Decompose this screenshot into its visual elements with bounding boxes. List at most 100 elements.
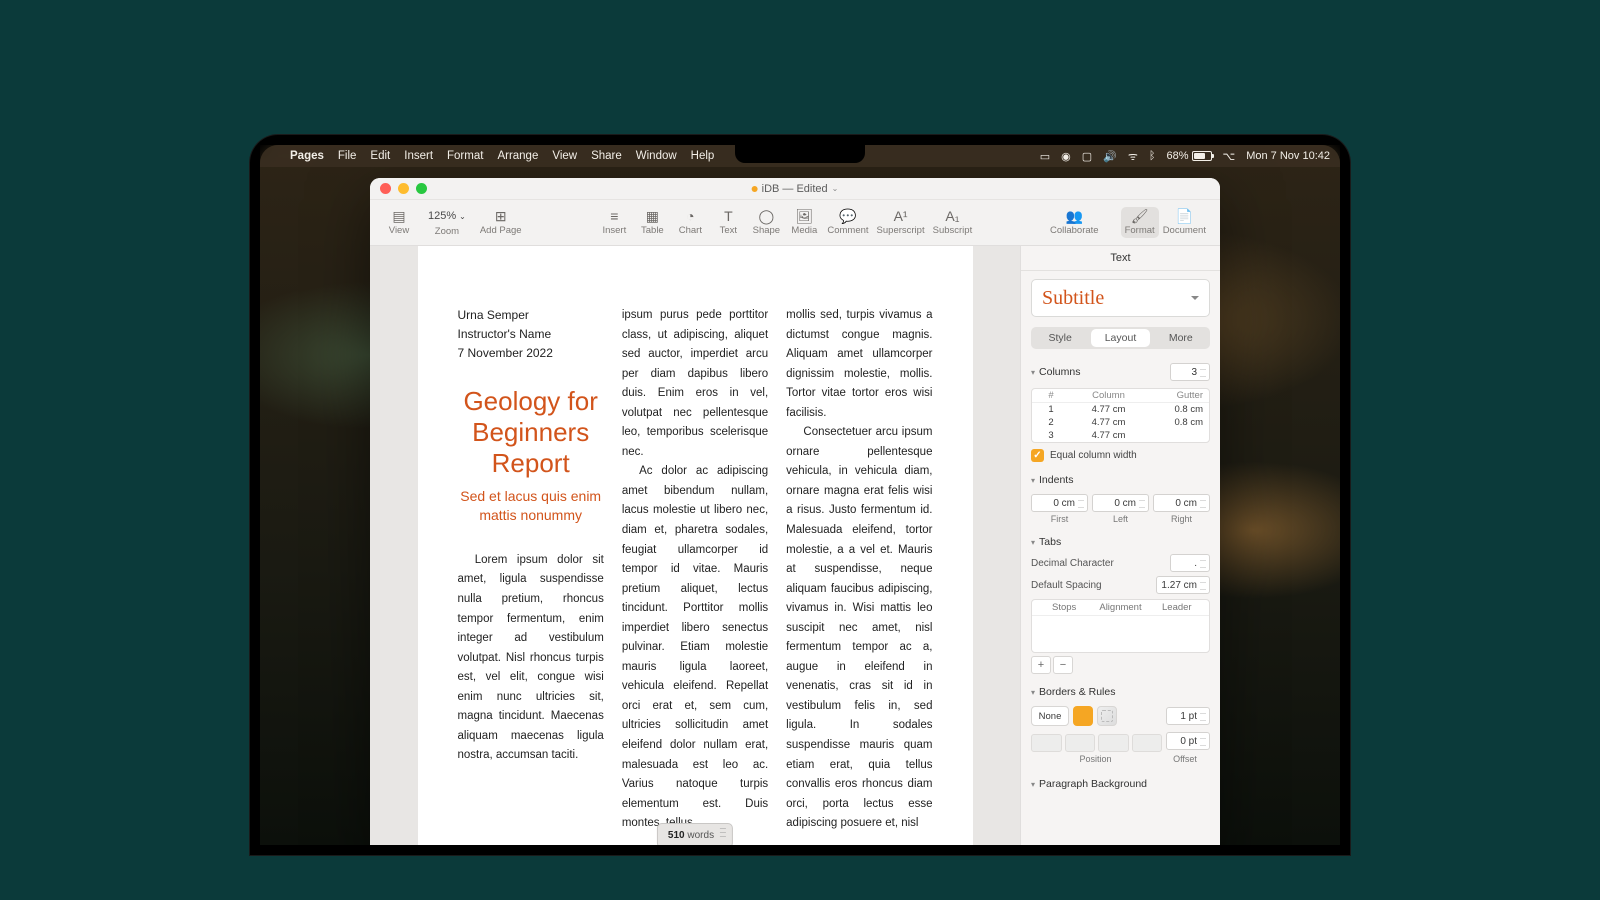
- border-position-outside[interactable]: [1132, 734, 1163, 752]
- document-subtitle: Sed et lacus quis enim mattis nonummy: [458, 487, 604, 525]
- equal-column-width-checkbox[interactable]: ✓ Equal column width: [1031, 449, 1210, 462]
- media-icon: 🖼: [795, 209, 813, 223]
- remove-tab-button[interactable]: −: [1053, 656, 1073, 674]
- minimize-button[interactable]: [398, 183, 409, 194]
- border-offset-stepper[interactable]: 0 pt: [1166, 732, 1210, 750]
- insert-icon: ≡: [610, 209, 618, 223]
- menu-file[interactable]: File: [338, 150, 357, 162]
- indent-left-stepper[interactable]: 0 cm: [1092, 494, 1149, 512]
- view-icon: ▤: [392, 209, 405, 223]
- view-label: View: [389, 225, 409, 236]
- indent-first-stepper[interactable]: 0 cm: [1031, 494, 1088, 512]
- control-center-icon[interactable]: ⌥: [1223, 150, 1236, 163]
- window-title[interactable]: iDB — Edited ⌄: [752, 183, 839, 195]
- page[interactable]: Urna Semper Instructor's Name 7 November…: [418, 246, 973, 845]
- table-row: 34.77 cm: [1032, 429, 1209, 442]
- menu-help[interactable]: Help: [691, 150, 715, 162]
- fullscreen-button[interactable]: [416, 183, 427, 194]
- border-position-bottom[interactable]: [1098, 734, 1129, 752]
- close-button[interactable]: [380, 183, 391, 194]
- battery-percent: 68%: [1167, 150, 1189, 162]
- borders-section: Borders & Rules None 1 pt: [1031, 682, 1210, 764]
- toolbar: ▤ View 125%⌄ Zoom ⊞ Add Page ≡Insert ▦Ta…: [370, 200, 1220, 246]
- tabs-table: StopsAlignmentLeader: [1031, 599, 1210, 653]
- chevron-down-icon: ⌄: [459, 212, 466, 221]
- superscript-button[interactable]: A¹Superscript: [873, 207, 929, 238]
- border-width-stepper[interactable]: 1 pt: [1166, 707, 1210, 725]
- menu-share[interactable]: Share: [591, 150, 622, 162]
- menu-format[interactable]: Format: [447, 150, 483, 162]
- format-icon: 🖌: [1131, 209, 1149, 223]
- columns-label: Columns: [1039, 366, 1080, 378]
- clock[interactable]: Mon 7 Nov 10:42: [1246, 150, 1330, 162]
- seg-more[interactable]: More: [1152, 327, 1210, 349]
- paragraph-background-section[interactable]: Paragraph Background: [1031, 774, 1210, 794]
- border-position-middle[interactable]: [1065, 734, 1096, 752]
- chart-button[interactable]: ◔Chart: [671, 207, 709, 238]
- document-title: Geology for Beginners Report: [458, 386, 604, 480]
- table-button[interactable]: ▦Table: [633, 207, 671, 238]
- now-playing-icon[interactable]: ◉: [1061, 150, 1071, 163]
- menu-insert[interactable]: Insert: [404, 150, 433, 162]
- border-position-top[interactable]: [1031, 734, 1062, 752]
- text-icon: T: [724, 209, 733, 223]
- insert-button[interactable]: ≡Insert: [595, 207, 633, 238]
- battery-status[interactable]: 68%: [1167, 150, 1212, 162]
- traffic-lights: [380, 183, 427, 194]
- inspector-tab-text[interactable]: Text: [1021, 246, 1220, 271]
- indent-right-stepper[interactable]: 0 cm: [1153, 494, 1210, 512]
- document-icon: 📄: [1176, 209, 1193, 223]
- decimal-char-field[interactable]: .: [1170, 554, 1210, 572]
- column-3: mollis sed, turpis vivamus a dictumst co…: [786, 306, 932, 838]
- pages-window: iDB — Edited ⌄ ▤ View 125%⌄ Zoom ⊞ Add P…: [370, 178, 1220, 845]
- seg-style[interactable]: Style: [1031, 327, 1089, 349]
- columns-count-stepper[interactable]: 3: [1170, 363, 1210, 381]
- text-button[interactable]: TText: [709, 207, 747, 238]
- document-canvas[interactable]: Urna Semper Instructor's Name 7 November…: [370, 246, 1020, 845]
- default-spacing-stepper[interactable]: 1.27 cm: [1156, 576, 1210, 594]
- menu-arrange[interactable]: Arrange: [497, 150, 538, 162]
- comment-icon: 💬: [839, 209, 856, 223]
- format-button[interactable]: 🖌Format: [1121, 207, 1159, 238]
- table-icon: ▦: [646, 209, 659, 223]
- border-style-dropdown[interactable]: None: [1031, 706, 1069, 726]
- format-inspector: Text Subtitle Style Layout More Columns …: [1020, 246, 1220, 845]
- zoom-button[interactable]: 125%⌄ Zoom: [418, 206, 476, 239]
- border-color-swatch[interactable]: [1073, 706, 1093, 726]
- seg-layout[interactable]: Layout: [1091, 329, 1149, 347]
- column-2: ipsum purus pede porttitor class, ut adi…: [622, 306, 768, 838]
- body-text: Lorem ipsum dolor sit amet, ligula suspe…: [458, 551, 604, 766]
- document-button[interactable]: 📄Document: [1159, 207, 1210, 238]
- screen-mirror-icon[interactable]: ▭: [1040, 150, 1050, 163]
- volume-icon[interactable]: 🔊: [1103, 150, 1117, 163]
- menu-edit[interactable]: Edit: [370, 150, 390, 162]
- add-tab-button[interactable]: +: [1031, 656, 1051, 674]
- view-button[interactable]: ▤ View: [380, 207, 418, 238]
- paragraph-style-dropdown[interactable]: Subtitle: [1031, 279, 1210, 317]
- battery-icon: [1192, 151, 1212, 161]
- app-menu[interactable]: Pages: [290, 150, 324, 162]
- comment-button[interactable]: 💬Comment: [823, 207, 872, 238]
- header-meta: Urna Semper Instructor's Name 7 November…: [458, 306, 604, 364]
- window-title-text: iDB — Edited: [762, 183, 828, 195]
- subscript-button[interactable]: A₁Subscript: [929, 207, 977, 238]
- modified-indicator-icon: [752, 186, 758, 192]
- subscript-icon: A₁: [945, 209, 959, 223]
- zoom-value: 125%: [428, 210, 456, 222]
- shape-button[interactable]: ◯Shape: [747, 207, 785, 238]
- menu-view[interactable]: View: [552, 150, 577, 162]
- collaborate-button[interactable]: 👥Collaborate: [1046, 207, 1103, 238]
- collaborate-icon: 👥: [1066, 209, 1083, 223]
- border-color-picker[interactable]: [1097, 706, 1117, 726]
- add-page-button[interactable]: ⊞ Add Page: [476, 207, 526, 238]
- word-count-pill[interactable]: 510 words: [657, 823, 733, 845]
- display-icon[interactable]: ▢: [1082, 150, 1092, 163]
- bluetooth-icon[interactable]: ᛒ: [1149, 150, 1156, 162]
- media-button[interactable]: 🖼Media: [785, 207, 823, 238]
- zoom-label: Zoom: [435, 226, 459, 237]
- screen: Pages File Edit Insert Format Arrange Vi…: [260, 145, 1340, 845]
- wifi-icon[interactable]: ᯤ: [1128, 149, 1138, 164]
- menu-window[interactable]: Window: [636, 150, 677, 162]
- columns-table: #ColumnGutter 14.77 cm0.8 cm 24.77 cm0.8…: [1031, 388, 1210, 443]
- chart-icon: ◔: [686, 209, 694, 223]
